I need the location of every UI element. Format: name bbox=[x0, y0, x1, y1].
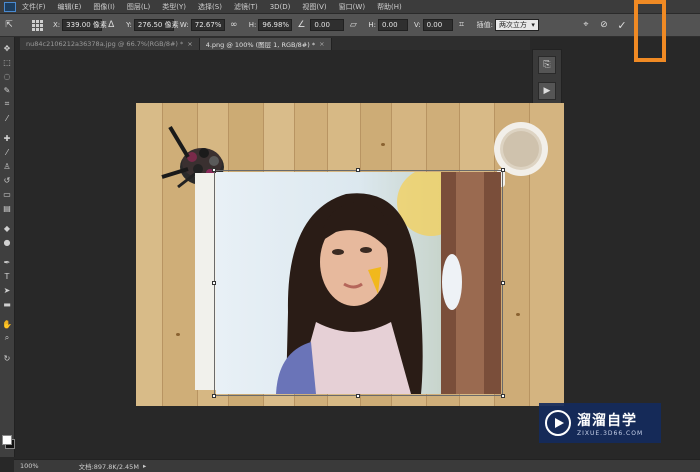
hskew-field[interactable]: 0.00 bbox=[378, 19, 408, 31]
healing-tool-icon[interactable]: ✚ bbox=[2, 133, 12, 143]
warp-mode-icon[interactable]: ⌖ bbox=[580, 19, 592, 31]
chevron-right-icon[interactable]: ▸ bbox=[143, 462, 146, 470]
wood-knot bbox=[381, 143, 385, 146]
transform-handle-bottom-right[interactable] bbox=[501, 394, 505, 398]
dodge-tool-icon[interactable]: ● bbox=[2, 237, 12, 247]
tab-label: nu84c2106212a36378a.jpg @ 66.7%(RGB/8#) … bbox=[26, 40, 184, 48]
watermark-badge: 溜溜自学 ZIXUE.3D66.COM bbox=[539, 403, 661, 443]
move-tool-icon[interactable]: ✥ bbox=[2, 43, 12, 53]
cancel-transform-icon[interactable]: ⊘ bbox=[598, 19, 610, 31]
menu-3d[interactable]: 3D(D) bbox=[270, 3, 291, 11]
commit-transform-icon[interactable]: ✓ bbox=[616, 19, 628, 32]
actions-panel-icon[interactable]: ▶ bbox=[538, 82, 556, 100]
skew-icon: ▱ bbox=[349, 20, 357, 30]
menu-window[interactable]: 窗口(W) bbox=[339, 2, 365, 12]
menu-filter[interactable]: 滤镜(T) bbox=[234, 2, 258, 12]
menu-view[interactable]: 视图(V) bbox=[302, 2, 326, 12]
x-field[interactable]: 339.00 像素 bbox=[62, 19, 107, 31]
watermark-url: ZIXUE.3D66.COM bbox=[577, 429, 644, 437]
type-tool-icon[interactable]: T bbox=[2, 271, 12, 281]
path-select-tool-icon[interactable]: ➤ bbox=[2, 285, 12, 295]
menu-image[interactable]: 图像(I) bbox=[93, 2, 115, 12]
w-label: W: bbox=[179, 21, 189, 29]
gradient-tool-icon[interactable]: ▤ bbox=[2, 203, 12, 213]
hand-tool-icon[interactable]: ✋ bbox=[2, 319, 12, 329]
commit-highlight-box bbox=[634, 0, 666, 62]
stamp-tool-icon[interactable]: ♙ bbox=[2, 161, 12, 171]
transform-tool-icon[interactable]: ⇱ bbox=[3, 19, 15, 31]
transform-handle-bottom-left[interactable] bbox=[212, 394, 216, 398]
menu-layer[interactable]: 图层(L) bbox=[127, 2, 150, 12]
eraser-tool-icon[interactable]: ▭ bbox=[2, 189, 12, 199]
interpolation-value: 两次立方 bbox=[498, 21, 527, 29]
menu-bar: 文件(F) 编辑(E) 图像(I) 图层(L) 类型(Y) 选择(S) 滤镜(T… bbox=[0, 0, 700, 14]
marquee-tool-icon[interactable]: ⬚ bbox=[2, 57, 12, 67]
warp-icon[interactable]: ⌗ bbox=[456, 19, 468, 31]
hskew-label: H: bbox=[368, 21, 376, 29]
menu-select[interactable]: 选择(S) bbox=[198, 2, 222, 12]
chevron-down-icon: ▾ bbox=[531, 21, 535, 29]
menu-file[interactable]: 文件(F) bbox=[22, 2, 46, 12]
wood-knot bbox=[176, 333, 180, 336]
menu-help[interactable]: 帮助(H) bbox=[377, 2, 402, 12]
tab-document-2[interactable]: 4.png @ 100% (图层 1, RGB/8#) * × bbox=[199, 38, 332, 50]
close-icon[interactable]: × bbox=[187, 40, 192, 48]
history-brush-tool-icon[interactable]: ↺ bbox=[2, 175, 12, 185]
x-label: X: bbox=[53, 21, 61, 29]
tools-panel: ✥ ⬚ ◌ ✎ ⌗ ⁄ ✚ ⁄ ♙ ↺ ▭ ▤ ◆ ● ✒ T ➤ ▬ ✋ ⌕ … bbox=[0, 37, 15, 457]
transform-handle-left[interactable] bbox=[212, 281, 216, 285]
foreground-color-swatch[interactable] bbox=[2, 435, 12, 445]
menu-type[interactable]: 类型(Y) bbox=[162, 2, 186, 12]
h-label: H: bbox=[248, 21, 257, 29]
collapsed-panels: ⎘ ▶ bbox=[532, 49, 562, 107]
rotate-icon: ∠ bbox=[297, 20, 306, 30]
history-panel-icon[interactable]: ⎘ bbox=[538, 56, 556, 74]
tab-label: 4.png @ 100% (图层 1, RGB/8#) * bbox=[205, 41, 316, 49]
transform-handle-top-right[interactable] bbox=[501, 168, 505, 172]
vskew-field[interactable]: 0.00 bbox=[422, 19, 453, 31]
watermark-logo-icon bbox=[545, 410, 571, 436]
reference-point-icon[interactable] bbox=[32, 19, 43, 31]
height-field[interactable]: 96.98% bbox=[258, 19, 293, 31]
pen-tool-icon[interactable]: ✒ bbox=[2, 257, 12, 267]
vskew-label: V: bbox=[414, 21, 421, 29]
close-icon[interactable]: × bbox=[319, 40, 324, 48]
document-size: 文档:897.8K/2.45M bbox=[78, 463, 139, 471]
status-bar: 100% 文档:897.8K/2.45M ▸ bbox=[14, 459, 700, 472]
zoom-level[interactable]: 100% bbox=[20, 462, 39, 470]
wood-knot bbox=[516, 313, 520, 316]
width-field[interactable]: 72.67% bbox=[190, 19, 225, 31]
transform-bounding-box bbox=[214, 170, 503, 396]
interpolation-label: 插值: bbox=[476, 21, 493, 29]
angle-field[interactable]: 0.00 bbox=[310, 19, 345, 31]
relative-position-icon[interactable]: Δ bbox=[105, 19, 117, 31]
quick-select-tool-icon[interactable]: ✎ bbox=[2, 85, 12, 95]
link-icon[interactable]: ∞ bbox=[228, 19, 240, 31]
options-bar: ⇱ X: 339.00 像素 Δ Y: 276.50 像素 W: 72.67% … bbox=[0, 14, 700, 37]
brush-tool-icon[interactable]: ⁄ bbox=[2, 147, 12, 157]
y-label: Y: bbox=[126, 21, 132, 29]
transform-handle-top[interactable] bbox=[356, 168, 360, 172]
zoom-tool-icon[interactable]: ⌕ bbox=[2, 333, 12, 343]
lasso-tool-icon[interactable]: ◌ bbox=[2, 71, 12, 81]
tab-document-1[interactable]: nu84c2106212a36378a.jpg @ 66.7%(RGB/8#) … bbox=[20, 38, 200, 50]
blur-tool-icon[interactable]: ◆ bbox=[2, 223, 12, 233]
document-canvas[interactable] bbox=[136, 103, 564, 406]
interpolation-select[interactable]: 两次立方 ▾ bbox=[494, 19, 539, 31]
eyedropper-tool-icon[interactable]: ⁄ bbox=[2, 113, 12, 123]
app-logo bbox=[4, 1, 16, 12]
watermark-title: 溜溜自学 bbox=[577, 412, 637, 429]
document-tabs: nu84c2106212a36378a.jpg @ 66.7%(RGB/8#) … bbox=[20, 37, 530, 50]
y-field[interactable]: 276.50 像素 bbox=[133, 19, 179, 31]
crop-tool-icon[interactable]: ⌗ bbox=[2, 99, 12, 109]
transform-handle-right[interactable] bbox=[501, 281, 505, 285]
transform-handle-top-left[interactable] bbox=[212, 168, 216, 172]
transform-handle-bottom[interactable] bbox=[356, 394, 360, 398]
menu-edit[interactable]: 编辑(E) bbox=[58, 2, 82, 12]
shape-tool-icon[interactable]: ▬ bbox=[2, 299, 12, 309]
rotate-view-tool-icon[interactable]: ↻ bbox=[2, 353, 12, 363]
